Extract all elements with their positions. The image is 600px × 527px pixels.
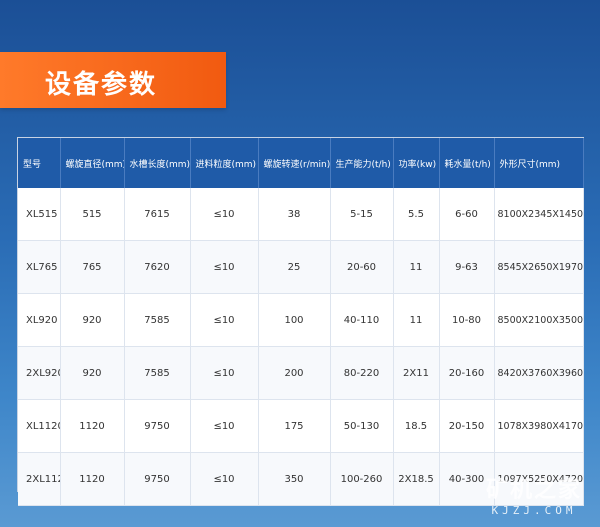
site-watermark: 矿机之家 KJZJ.COM [486,472,582,517]
cell-tank-length: 7585 [124,346,191,400]
cell-dimensions: 1078X3980X4170 [494,399,584,453]
cell-model: XL515 [18,188,61,241]
cell-capacity: 100-260 [330,452,394,506]
table-row: XL1120 1120 9750 ≤10 175 50-130 18.5 20-… [18,399,584,453]
cell-capacity: 40-110 [330,293,394,347]
cell-tank-length: 7615 [124,188,191,241]
cell-tank-length: 7585 [124,293,191,347]
header-model: 型号 [18,138,61,188]
cell-spiral-diameter: 1120 [60,399,125,453]
cell-model: 2XL1120 [18,452,61,506]
cell-tank-length: 9750 [124,399,191,453]
cell-water-consumption: 20-150 [439,399,495,453]
cell-spiral-diameter: 515 [60,188,125,241]
cell-power: 2X11 [393,346,440,400]
header-feed-size: 进料粒度(mm) [190,138,259,188]
cell-power: 5.5 [393,188,440,241]
cell-spiral-speed: 350 [258,452,331,506]
cell-feed-size: ≤10 [190,346,259,400]
table-row: XL920 920 7585 ≤10 100 40-110 11 10-80 8… [18,293,584,347]
cell-water-consumption: 20-160 [439,346,495,400]
cell-capacity: 5-15 [330,188,394,241]
cell-power: 11 [393,240,440,294]
cell-dimensions: 8420X3760X3960 [494,346,584,400]
cell-spiral-diameter: 1120 [60,452,125,506]
table-row: XL765 765 7620 ≤10 25 20-60 11 9-63 8545… [18,240,584,294]
cell-spiral-speed: 25 [258,240,331,294]
watermark-en: KJZJ.COM [491,504,577,517]
cell-feed-size: ≤10 [190,399,259,453]
header-power: 功率(kw) [393,138,440,188]
cell-power: 11 [393,293,440,347]
cell-model: 2XL920 [18,346,61,400]
cell-water-consumption: 10-80 [439,293,495,347]
cell-spiral-diameter: 920 [60,293,125,347]
table-header-row: 型号 螺旋直径(mm) 水槽长度(mm) 进料粒度(mm) 螺旋转速(r/min… [18,138,584,188]
cell-spiral-speed: 200 [258,346,331,400]
cell-dimensions: 8545X2650X1970 [494,240,584,294]
cell-dimensions: 8100X2345X1450 [494,188,584,241]
header-spiral-speed: 螺旋转速(r/min) [258,138,331,188]
spec-table-container: 型号 螺旋直径(mm) 水槽长度(mm) 进料粒度(mm) 螺旋转速(r/min… [17,137,584,506]
cell-spiral-speed: 175 [258,399,331,453]
header-dimensions: 外形尺寸(mm) [494,138,584,188]
cell-feed-size: ≤10 [190,188,259,241]
cell-feed-size: ≤10 [190,452,259,506]
cell-capacity: 80-220 [330,346,394,400]
header-water-consumption: 耗水量(t/h) [439,138,495,188]
cell-dimensions: 8500X2100X3500 [494,293,584,347]
cell-tank-length: 7620 [124,240,191,294]
cell-spiral-diameter: 920 [60,346,125,400]
header-tank-length: 水槽长度(mm) [124,138,191,188]
cell-model: XL920 [18,293,61,347]
cell-feed-size: ≤10 [190,240,259,294]
table-row: XL515 515 7615 ≤10 38 5-15 5.5 6-60 8100… [18,188,584,241]
cell-water-consumption: 6-60 [439,188,495,241]
header-capacity: 生产能力(t/h) [330,138,394,188]
cell-water-consumption: 9-63 [439,240,495,294]
cell-tank-length: 9750 [124,452,191,506]
cell-spiral-speed: 100 [258,293,331,347]
cell-capacity: 20-60 [330,240,394,294]
cell-feed-size: ≤10 [190,293,259,347]
cell-spiral-speed: 38 [258,188,331,241]
spec-table: 型号 螺旋直径(mm) 水槽长度(mm) 进料粒度(mm) 螺旋转速(r/min… [18,138,584,506]
table-row: 2XL920 920 7585 ≤10 200 80-220 2X11 20-1… [18,346,584,400]
section-title-banner: 设备参数 [0,52,226,108]
cell-spiral-diameter: 765 [60,240,125,294]
cell-power: 2X18.5 [393,452,440,506]
section-title: 设备参数 [45,70,158,100]
header-spiral-diameter: 螺旋直径(mm) [60,138,125,188]
cell-power: 18.5 [393,399,440,453]
cell-capacity: 50-130 [330,399,394,453]
cell-model: XL765 [18,240,61,294]
watermark-cn: 矿机之家 [485,478,582,503]
cell-model: XL1120 [18,399,61,453]
